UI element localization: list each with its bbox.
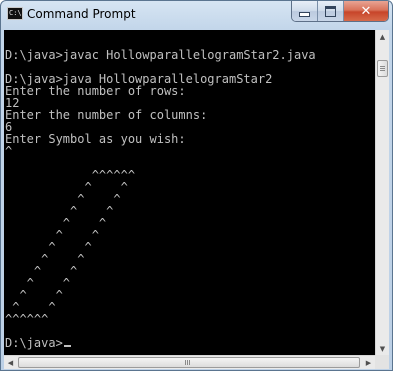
grip-line bbox=[187, 360, 188, 365]
maximize-icon bbox=[325, 5, 336, 17]
title-bar[interactable]: C:\ Command Prompt ✕ bbox=[1, 1, 392, 29]
scrollbar-corner bbox=[375, 355, 389, 369]
console-line: Enter the number of columns: bbox=[5, 108, 208, 122]
window-controls: ✕ bbox=[291, 1, 389, 22]
console-output[interactable]: D:\java>javac HollowparallelogramStar2.j… bbox=[4, 30, 375, 355]
command-prompt-window: C:\ Command Prompt ✕ D:\java>javac Hollo… bbox=[0, 0, 393, 371]
console-client-area: D:\java>javac HollowparallelogramStar2.j… bbox=[4, 30, 389, 369]
grip-line bbox=[380, 66, 385, 67]
maximize-button[interactable] bbox=[318, 1, 344, 21]
vertical-scroll-thumb[interactable] bbox=[377, 60, 388, 77]
horizontal-scroll-thumb[interactable] bbox=[18, 357, 360, 368]
console-line: D:\java> bbox=[5, 337, 71, 349]
horizontal-scrollbar[interactable]: ◀ ▶ bbox=[4, 355, 375, 369]
window-title: Command Prompt bbox=[27, 7, 136, 21]
console-line: ^^^^^^ bbox=[5, 312, 49, 326]
minimize-button[interactable] bbox=[292, 1, 318, 21]
close-button[interactable]: ✕ bbox=[344, 1, 388, 21]
scroll-right-arrow-icon[interactable]: ▶ bbox=[362, 356, 375, 369]
cmd-icon[interactable]: C:\ bbox=[7, 7, 23, 20]
grip-line bbox=[380, 70, 385, 71]
vertical-scrollbar[interactable]: ▲ ▼ bbox=[375, 30, 389, 355]
minimize-icon bbox=[299, 11, 310, 17]
console-line: D:\java>javac HollowparallelogramStar2.j… bbox=[5, 48, 316, 62]
scroll-left-arrow-icon[interactable]: ◀ bbox=[4, 356, 17, 369]
console-line: ^ bbox=[5, 144, 13, 158]
scroll-up-arrow-icon[interactable]: ▲ bbox=[376, 30, 389, 43]
console-line: Enter the number of rows: bbox=[5, 84, 186, 98]
text-cursor bbox=[63, 345, 71, 347]
close-icon: ✕ bbox=[360, 3, 372, 19]
grip-line bbox=[185, 360, 186, 365]
scroll-down-arrow-icon[interactable]: ▼ bbox=[376, 342, 389, 355]
console-line: Enter Symbol as you wish: bbox=[5, 132, 186, 146]
grip-line bbox=[380, 68, 385, 69]
grip-line bbox=[189, 360, 190, 365]
